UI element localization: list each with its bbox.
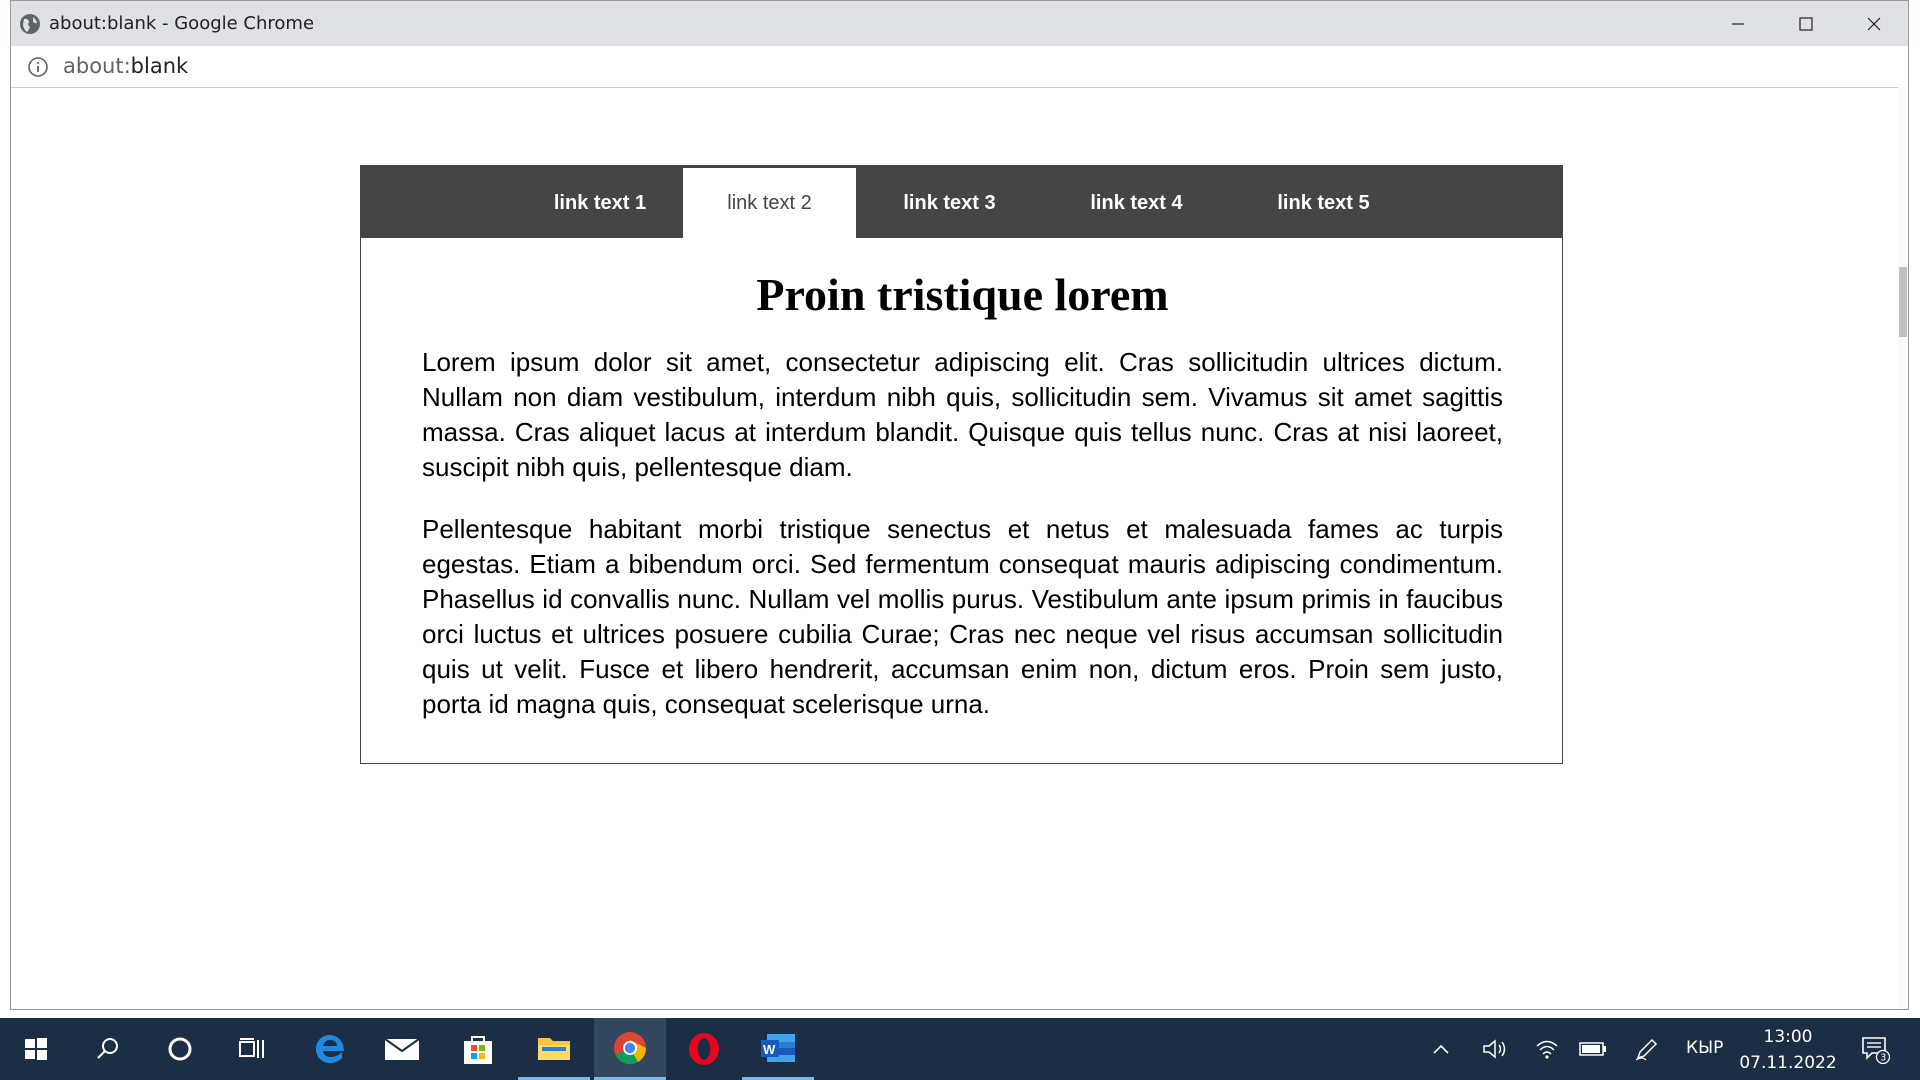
- globe-icon: [20, 14, 40, 34]
- url-scheme: about:: [63, 54, 131, 78]
- edge-icon: [316, 1035, 344, 1063]
- info-icon[interactable]: [27, 56, 49, 78]
- clock[interactable]: 13:00 07.11.2022: [1738, 1024, 1838, 1076]
- opera-app[interactable]: [668, 1018, 740, 1080]
- store-bag-icon: [464, 1036, 492, 1064]
- windows-icon: [25, 1038, 47, 1060]
- battery-button[interactable]: [1570, 1018, 1616, 1080]
- mail-icon: [384, 1038, 420, 1060]
- start-button[interactable]: [0, 1018, 72, 1080]
- taskbar: W КЫР 13:00 07.11.2022 3: [0, 1018, 1920, 1080]
- cortana-icon: [168, 1037, 192, 1061]
- search-icon: [97, 1038, 118, 1059]
- maximize-button[interactable]: [1772, 1, 1840, 46]
- folder-icon: [538, 1037, 570, 1060]
- minimize-icon: [1732, 22, 1744, 25]
- minimize-button[interactable]: [1704, 1, 1772, 46]
- battery-icon: [1579, 1042, 1606, 1056]
- speaker-icon: [1483, 1039, 1506, 1059]
- nav-links: link text 1 link text 2 link text 3 link…: [517, 168, 1417, 238]
- chevron-up-icon: [1433, 1044, 1449, 1054]
- article: Proin tristique lorem Lorem ipsum dolor …: [422, 236, 1503, 722]
- close-icon: [1867, 17, 1881, 30]
- wifi-icon: [1536, 1040, 1558, 1059]
- show-hidden-icons[interactable]: [1418, 1018, 1464, 1080]
- volume-button[interactable]: [1472, 1018, 1518, 1080]
- paragraph-2: Pellentesque habitant morbi tristique se…: [422, 514, 1503, 719]
- word-app[interactable]: W: [742, 1018, 814, 1080]
- chrome-icon: [614, 1031, 647, 1064]
- input-language[interactable]: КЫР: [1686, 1038, 1723, 1058]
- word-icon: W: [761, 1033, 795, 1062]
- mail-app[interactable]: [366, 1018, 438, 1080]
- pen-icon: [1635, 1038, 1658, 1061]
- url-text[interactable]: about:blank: [63, 54, 188, 78]
- opera-icon: [689, 1033, 719, 1065]
- window-title: about:blank - Google Chrome: [49, 13, 315, 34]
- file-explorer-app[interactable]: [518, 1018, 590, 1080]
- action-center-button[interactable]: 3: [1848, 1018, 1902, 1080]
- page-heading: Proin tristique lorem: [756, 269, 1169, 320]
- nav-link-5[interactable]: link text 5: [1230, 168, 1417, 238]
- nav-link-4[interactable]: link text 4: [1043, 168, 1230, 238]
- notification-count: 3: [1880, 1053, 1886, 1064]
- url-path: blank: [130, 54, 189, 78]
- clock-time: 13:00: [1763, 1027, 1813, 1047]
- store-app[interactable]: [442, 1018, 514, 1080]
- chrome-window: about:blank - Google Chrome about:blank …: [10, 0, 1909, 1010]
- address-bar[interactable]: about:blank: [11, 46, 1908, 88]
- paragraph-1: Lorem ipsum dolor sit amet, consectetur …: [422, 347, 1503, 482]
- clock-date: 07.11.2022: [1739, 1053, 1837, 1073]
- close-button[interactable]: [1840, 1, 1908, 46]
- page-panel: link text 1 link text 2 link text 3 link…: [360, 165, 1563, 764]
- edge-app[interactable]: [294, 1018, 366, 1080]
- search-button[interactable]: [72, 1018, 144, 1080]
- pen-workspace-button[interactable]: [1624, 1018, 1670, 1080]
- chrome-app[interactable]: [594, 1018, 666, 1080]
- nav-link-3[interactable]: link text 3: [856, 168, 1043, 238]
- nav-bar: link text 1 link text 2 link text 3 link…: [361, 166, 1562, 238]
- nav-link-1[interactable]: link text 1: [517, 168, 683, 238]
- scrollbar-thumb[interactable]: [1899, 267, 1907, 337]
- task-view-button[interactable]: [216, 1018, 288, 1080]
- notification-icon: 3: [1862, 1037, 1890, 1064]
- cortana-button[interactable]: [144, 1018, 216, 1080]
- maximize-icon: [1799, 16, 1813, 31]
- title-bar[interactable]: about:blank - Google Chrome: [11, 1, 1908, 46]
- nav-link-2[interactable]: link text 2: [683, 168, 856, 238]
- svg-text:W: W: [763, 1042, 776, 1057]
- network-button[interactable]: [1524, 1018, 1570, 1080]
- task-view-icon: [239, 1038, 264, 1058]
- scrollbar[interactable]: [1898, 87, 1908, 1009]
